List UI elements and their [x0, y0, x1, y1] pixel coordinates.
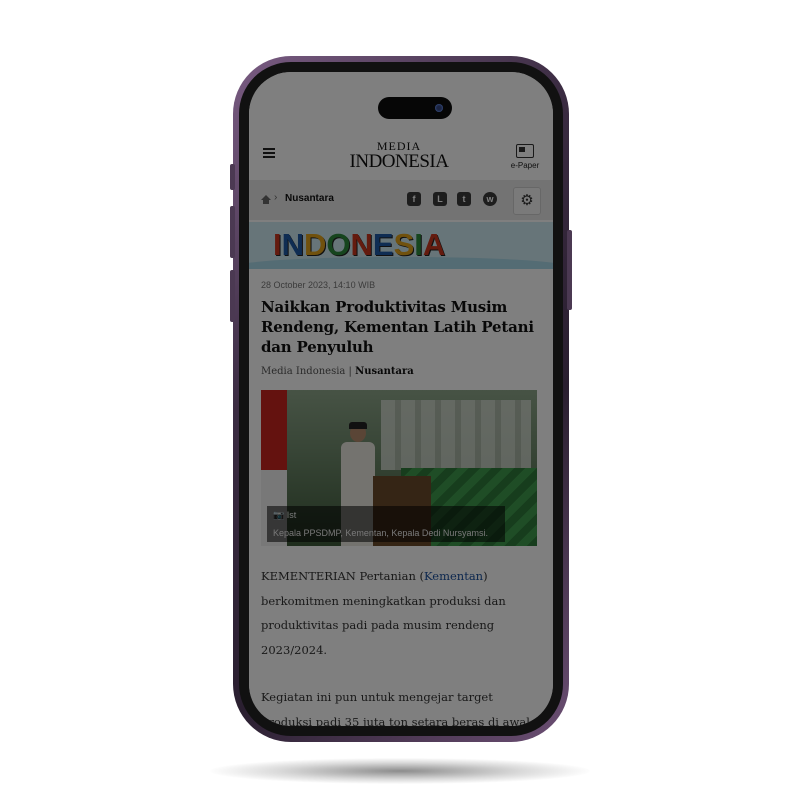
banner-letter: O — [326, 227, 350, 262]
paragraph-text: KEMENTERIAN Pertanian ( — [261, 569, 424, 583]
photo-credit: 📷 Ist — [273, 510, 296, 521]
banner-letter: I — [414, 227, 423, 262]
article-date: 28 October 2023, 14:10 WIB — [261, 280, 376, 290]
phone-screen: MEDIA INDONESIA e-Paper › Nusantara f L … — [249, 72, 553, 726]
banner-wordmark: INDONESIA — [273, 226, 445, 263]
hamburger-icon[interactable] — [263, 148, 275, 158]
article-body: KEMENTERIAN Pertanian (Kementan) berkomi… — [261, 564, 537, 726]
article: 28 October 2023, 14:10 WIB Naikkan Produ… — [261, 272, 537, 726]
whatsapp-icon[interactable]: w — [483, 192, 497, 206]
site-header: MEDIA INDONESIA e-Paper — [249, 124, 553, 180]
byline-source: Media Indonesia | — [261, 366, 356, 377]
article-paragraph: KEMENTERIAN Pertanian (Kementan) berkomi… — [261, 564, 537, 662]
article-paragraph: Kegiatan ini pun untuk mengejar target p… — [261, 690, 530, 726]
facebook-icon[interactable]: f — [407, 192, 421, 206]
breadcrumb-bar: › Nusantara f L t w ⚙ — [249, 180, 553, 220]
banner-letter: D — [304, 227, 326, 262]
newspaper-icon — [516, 144, 534, 158]
photo-background — [381, 400, 531, 470]
banner-letter: I — [273, 227, 282, 262]
photo-caption: Kepala PPSDMP, Kementan, Kepala Dedi Nur… — [273, 528, 488, 538]
volume-up-button — [230, 206, 235, 258]
banner-letter: N — [281, 227, 304, 262]
power-button — [567, 230, 572, 310]
volume-down-button — [230, 270, 235, 322]
flag-red — [261, 390, 287, 470]
site-logo[interactable]: MEDIA INDONESIA — [349, 140, 449, 171]
banner-letter: E — [372, 227, 394, 262]
article-photo[interactable]: 📷 Ist Kepala PPSDMP, Kementan, Kepala De… — [261, 390, 537, 546]
camera-icon — [435, 104, 443, 112]
breadcrumb-category[interactable]: Nusantara — [285, 193, 334, 204]
banner-letter: A — [422, 227, 445, 262]
camera-icon: 📷 — [273, 510, 285, 520]
article-byline: Media Indonesia | Nusantara — [261, 366, 537, 377]
home-icon[interactable] — [261, 195, 271, 204]
twitter-icon[interactable]: t — [457, 192, 471, 206]
mute-switch — [230, 164, 235, 190]
dynamic-island — [378, 97, 452, 119]
phone-frame: MEDIA INDONESIA e-Paper › Nusantara f L … — [230, 56, 572, 742]
banner-letter: N — [350, 227, 373, 262]
line-icon[interactable]: L — [433, 192, 447, 206]
indonesia-banner[interactable]: INDONESIA — [249, 222, 553, 269]
photo-credit-text: Ist — [286, 510, 297, 520]
byline-category[interactable]: Nusantara — [355, 366, 414, 377]
logo-line-2: INDONESIA — [349, 151, 449, 172]
article-headline: Naikkan Produktivitas Musim Rendeng, Kem… — [261, 298, 534, 356]
kementan-link[interactable]: Kementan — [424, 569, 483, 583]
gear-icon[interactable]: ⚙ — [513, 187, 541, 215]
epaper-label: e-Paper — [510, 161, 540, 170]
chevron-right-icon: › — [274, 192, 278, 203]
phone-shadow — [210, 758, 590, 784]
banner-letter: S — [393, 227, 415, 262]
epaper-button[interactable]: e-Paper — [507, 144, 543, 170]
